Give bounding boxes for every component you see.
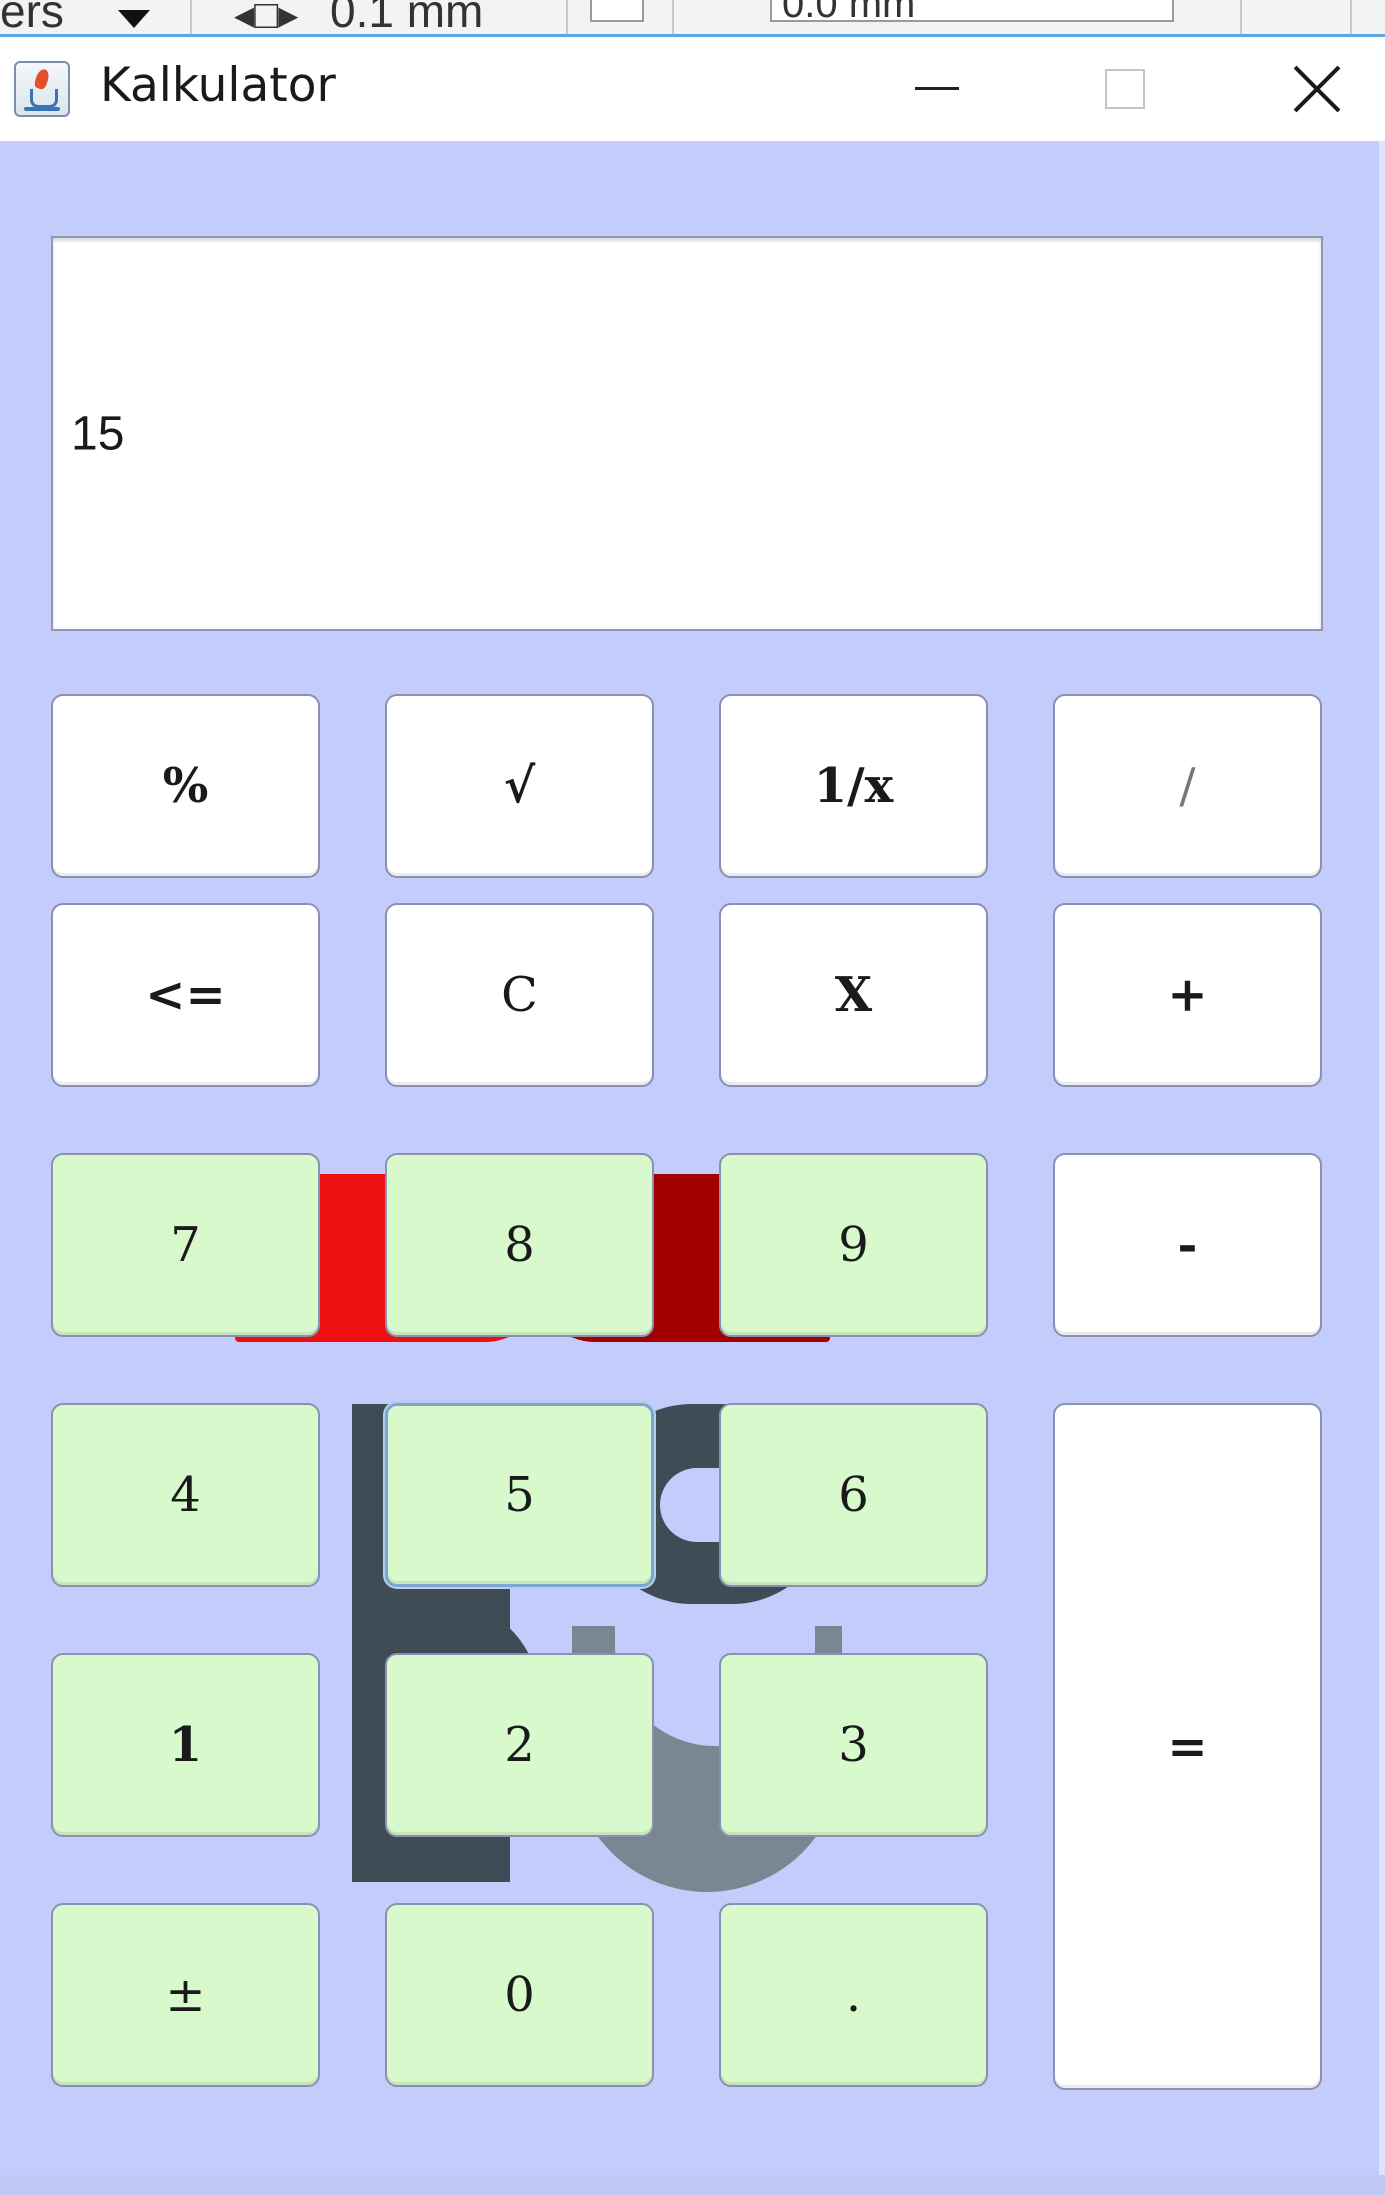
plus-button[interactable]: + <box>1053 903 1322 1087</box>
toolbar-separator <box>190 0 192 34</box>
toolbar-separator <box>672 0 674 34</box>
toolbar-label: ers <box>0 0 64 37</box>
plus-minus-button[interactable]: ± <box>51 1903 320 2087</box>
digit-3-button[interactable]: 3 <box>719 1653 988 1837</box>
window-title: Kalkulator <box>100 58 336 113</box>
backspace-button[interactable]: <= <box>51 903 320 1087</box>
toolbar-value-field[interactable]: 0.1 mm <box>330 0 483 34</box>
reciprocal-button[interactable]: 1/x <box>719 694 988 878</box>
digit-6-button[interactable]: 6 <box>719 1403 988 1587</box>
digit-1-button[interactable]: 1 <box>51 1653 320 1837</box>
toolbar-button[interactable] <box>590 0 644 22</box>
digit-8-button[interactable]: 8 <box>385 1153 654 1337</box>
minimize-button[interactable] <box>862 37 1012 141</box>
digit-9-button[interactable]: 9 <box>719 1153 988 1337</box>
window-titlebar[interactable]: Kalkulator <box>0 37 1385 141</box>
calculator-display[interactable]: 15 <box>51 236 1323 631</box>
close-button[interactable] <box>1242 37 1385 141</box>
window-border <box>1379 141 1385 2195</box>
decimal-point-button[interactable]: . <box>719 1903 988 2087</box>
toolbar-separator <box>566 0 568 34</box>
calculator-panel: 15 % √ 1/x / <= C X + 7 8 9 - 4 5 6 = 1 … <box>0 141 1385 2195</box>
digit-2-button[interactable]: 2 <box>385 1653 654 1837</box>
percent-button[interactable]: % <box>51 694 320 878</box>
divide-button[interactable]: / <box>1053 694 1322 878</box>
clear-button[interactable]: C <box>385 903 654 1087</box>
window-bottom-border <box>0 2175 1385 2195</box>
digit-4-button[interactable]: 4 <box>51 1403 320 1587</box>
toolbar-value-field-2[interactable]: 0.0 mm <box>770 0 1174 26</box>
minus-button[interactable]: - <box>1053 1153 1322 1337</box>
minimize-icon <box>915 87 959 90</box>
dropdown-arrow-icon[interactable] <box>118 10 150 28</box>
toolbar-value: 0.0 mm <box>782 0 916 26</box>
multiply-button[interactable]: X <box>719 903 988 1087</box>
background-app-toolbar: ers ◂□▸ 0.1 mm 0.0 mm <box>0 0 1385 37</box>
maximize-button[interactable] <box>1050 37 1200 141</box>
digit-0-button[interactable]: 0 <box>385 1903 654 2087</box>
display-value: 15 <box>71 407 125 460</box>
square-root-button[interactable]: √ <box>385 694 654 878</box>
equals-button[interactable]: = <box>1053 1403 1322 2090</box>
maximize-icon <box>1105 69 1145 109</box>
toolbar-separator <box>1240 0 1242 34</box>
java-app-icon <box>14 61 70 117</box>
digit-7-button[interactable]: 7 <box>51 1153 320 1337</box>
digit-5-button[interactable]: 5 <box>385 1403 654 1587</box>
spacing-icon: ◂□▸ <box>234 0 299 37</box>
toolbar-separator <box>1350 0 1352 34</box>
close-icon <box>1292 64 1342 114</box>
